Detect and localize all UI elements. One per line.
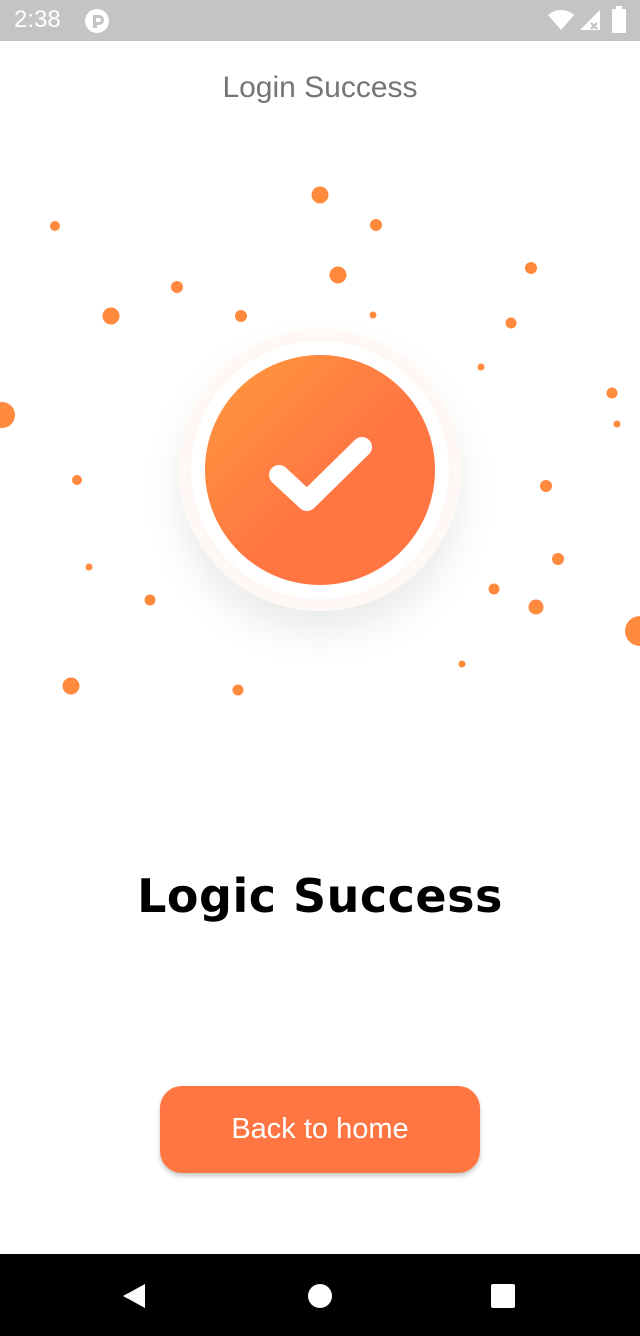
app-notification-icon	[85, 9, 109, 33]
wifi-icon	[548, 9, 574, 30]
back-to-home-button[interactable]: Back to home	[160, 1086, 480, 1173]
recents-icon[interactable]	[490, 1283, 516, 1309]
success-headline: Logic Success	[137, 869, 503, 923]
back-icon[interactable]	[120, 1282, 148, 1310]
status-bar: 2:38	[0, 0, 640, 41]
status-time: 2:38	[14, 6, 61, 33]
battery-icon	[612, 6, 626, 33]
success-badge	[205, 355, 435, 585]
success-illustration	[0, 186, 640, 696]
home-icon[interactable]	[307, 1283, 333, 1309]
cell-signal-icon	[580, 10, 600, 30]
page-title: Login Success	[222, 71, 418, 104]
